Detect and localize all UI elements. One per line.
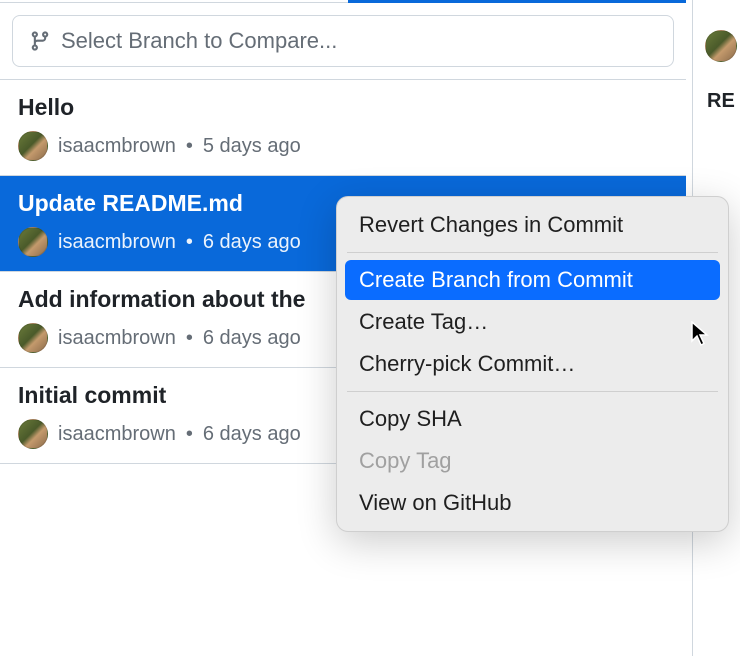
commit-author: isaacmbrown [58, 327, 176, 350]
commit-title: Hello [18, 94, 668, 121]
menu-item-create-tag[interactable]: Create Tag… [345, 302, 720, 342]
tab-inactive[interactable] [0, 0, 348, 3]
meta-separator: • [186, 135, 193, 158]
commit-author: isaacmbrown [58, 423, 176, 446]
meta-separator: • [186, 423, 193, 446]
right-panel-label: RE [693, 90, 735, 113]
commit-item[interactable]: Hello isaacmbrown • 5 days ago [0, 80, 686, 176]
commit-author: isaacmbrown [58, 231, 176, 254]
top-tab-strip [0, 0, 686, 3]
menu-item-copy-sha[interactable]: Copy SHA [345, 399, 720, 439]
commit-time: 6 days ago [203, 231, 301, 254]
avatar [18, 419, 48, 449]
branch-compare-selector[interactable]: Select Branch to Compare... [12, 15, 674, 67]
commit-meta: isaacmbrown • 5 days ago [18, 131, 668, 161]
meta-separator: • [186, 327, 193, 350]
menu-item-cherry-pick[interactable]: Cherry-pick Commit… [345, 344, 720, 384]
branch-selector-placeholder: Select Branch to Compare... [61, 28, 337, 54]
branch-selector-container: Select Branch to Compare... [0, 3, 686, 80]
menu-item-view-on-github[interactable]: View on GitHub [345, 483, 720, 523]
commit-author: isaacmbrown [58, 135, 176, 158]
menu-item-copy-tag: Copy Tag [345, 441, 720, 481]
menu-item-create-branch[interactable]: Create Branch from Commit [345, 260, 720, 300]
tab-active[interactable] [348, 0, 686, 3]
commit-time: 6 days ago [203, 327, 301, 350]
commit-time: 6 days ago [203, 423, 301, 446]
menu-item-revert-changes[interactable]: Revert Changes in Commit [345, 205, 720, 245]
git-branch-icon [29, 30, 51, 52]
menu-separator [347, 252, 718, 253]
avatar[interactable] [705, 30, 737, 62]
menu-separator [347, 391, 718, 392]
context-menu: Revert Changes in Commit Create Branch f… [336, 196, 729, 532]
commit-time: 5 days ago [203, 135, 301, 158]
meta-separator: • [186, 231, 193, 254]
avatar [18, 323, 48, 353]
avatar [18, 131, 48, 161]
avatar [18, 227, 48, 257]
